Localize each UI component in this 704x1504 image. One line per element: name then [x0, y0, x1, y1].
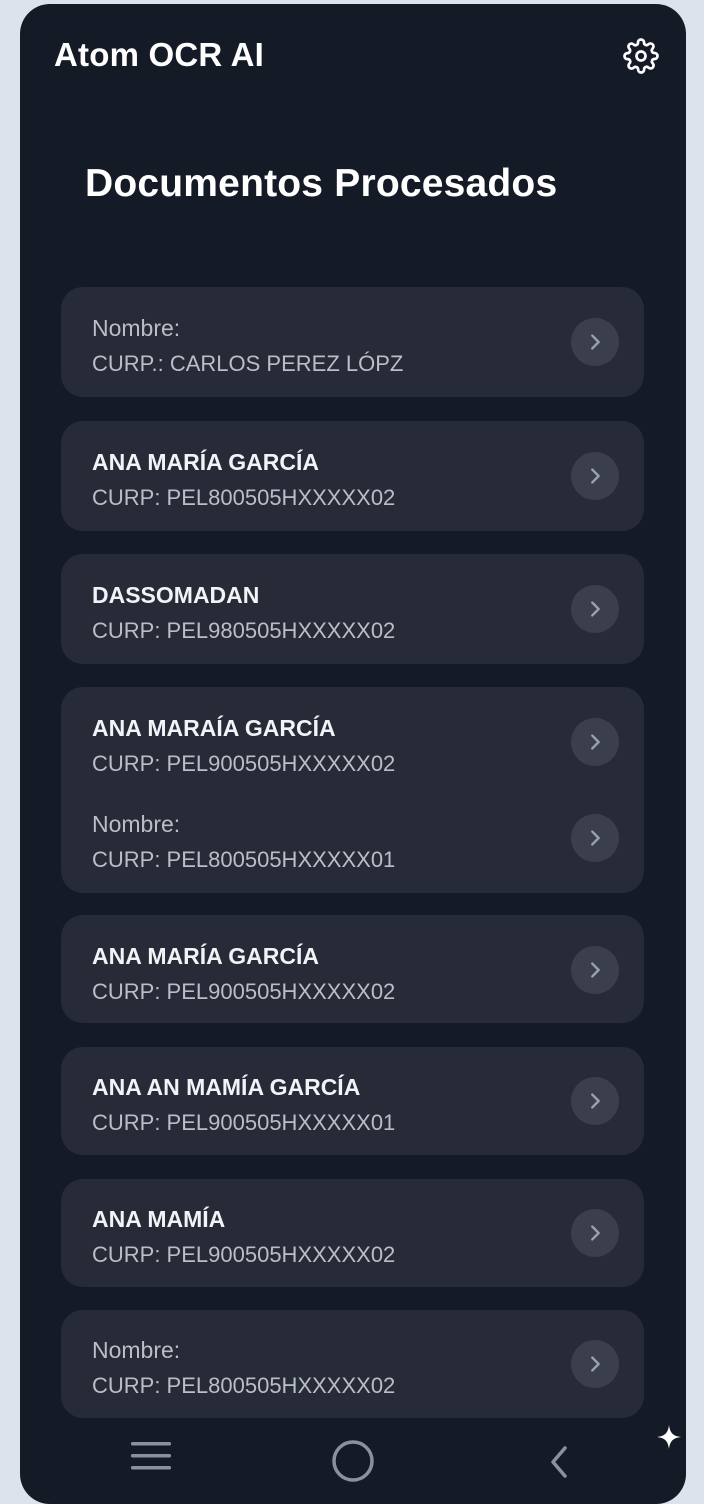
open-document-button[interactable] — [571, 718, 619, 766]
nav-menu-button[interactable] — [126, 1440, 176, 1480]
app-title: Atom OCR AI — [54, 36, 264, 73]
document-curp: CURP: PEL900505HXXXXX01 — [92, 1110, 396, 1135]
document-name: Nombre: — [92, 811, 181, 837]
chevron-right-icon — [591, 1356, 600, 1372]
document-name: Nombre: — [92, 315, 181, 341]
document-curp: CURP.: CARLOS PEREZ LÓPZ — [92, 351, 404, 376]
document-card: ANA MARÍA GARCÍA CURP: PEL900505HXXXXX02 — [61, 915, 644, 1023]
chevron-right-icon — [591, 334, 600, 350]
settings-button[interactable] — [621, 36, 661, 76]
document-card: ANA MAMÍA CURP: PEL900505HXXXXX02 — [61, 1179, 644, 1287]
document-item[interactable]: ANA MAMÍA CURP: PEL900505HXXXXX02 — [61, 1188, 644, 1278]
document-item[interactable]: ANA AN MAMÍA GARCÍA CURP: PEL900505HXXXX… — [61, 1056, 644, 1146]
page-title: Documentos Procesados — [85, 162, 558, 205]
document-name: ANA MARAÍA GARCÍA — [92, 715, 336, 741]
document-card: Nombre: CURP.: CARLOS PEREZ LÓPZ — [61, 287, 644, 397]
chevron-right-icon — [591, 1225, 600, 1241]
document-curp: CURP: PEL900505HXXXXX02 — [92, 979, 396, 1004]
document-name: ANA MARÍA GARCÍA — [92, 449, 320, 475]
document-card: DASSOMADAN CURP: PEL980505HXXXXX02 — [61, 554, 644, 664]
document-card: ANA AN MAMÍA GARCÍA CURP: PEL900505HXXXX… — [61, 1047, 644, 1155]
open-document-button[interactable] — [571, 946, 619, 994]
document-item[interactable]: Nombre: CURP.: CARLOS PEREZ LÓPZ — [61, 297, 644, 387]
open-document-button[interactable] — [571, 452, 619, 500]
chevron-right-icon — [591, 830, 600, 846]
nav-back-button[interactable] — [544, 1444, 574, 1484]
gear-icon — [623, 38, 659, 74]
home-circle-icon — [332, 1440, 374, 1482]
chevron-right-icon — [591, 601, 600, 617]
app-screen: Atom OCR AI Documentos Procesados Nombre… — [20, 4, 686, 1504]
sparkle-icon — [657, 1425, 681, 1449]
document-item[interactable]: DASSOMADAN CURP: PEL980505HXXXXX02 — [61, 564, 644, 654]
document-name: Nombre: — [92, 1337, 181, 1363]
document-curp: CURP: PEL900505HXXXXX02 — [92, 751, 396, 776]
document-item[interactable]: ANA MARÍA GARCÍA CURP: PEL800505HXXXXX02 — [61, 431, 644, 521]
open-document-button[interactable] — [571, 318, 619, 366]
document-item[interactable]: ANA MARAÍA GARCÍA CURP: PEL900505HXXXXX0… — [61, 697, 644, 787]
document-card: Nombre: CURP: PEL800505HXXXXX02 — [61, 1310, 644, 1418]
document-name: ANA AN MAMÍA GARCÍA — [92, 1074, 361, 1100]
open-document-button[interactable] — [571, 1077, 619, 1125]
open-document-button[interactable] — [571, 1209, 619, 1257]
nav-home-button[interactable] — [330, 1438, 376, 1482]
document-curp: CURP: PEL800505HXXXXX01 — [92, 847, 396, 872]
document-name: DASSOMADAN — [92, 582, 260, 608]
chevron-right-icon — [591, 734, 600, 750]
open-document-button[interactable] — [571, 585, 619, 633]
document-curp: CURP: PEL800505HXXXXX02 — [92, 1373, 396, 1398]
chevron-right-icon — [591, 962, 600, 978]
document-curp: CURP: PEL980505HXXXXX02 — [92, 618, 396, 643]
open-document-button[interactable] — [571, 1340, 619, 1388]
document-item[interactable]: Nombre: CURP: PEL800505HXXXXX01 — [61, 793, 644, 883]
document-item[interactable]: Nombre: CURP: PEL800505HXXXXX02 — [61, 1319, 644, 1409]
back-chevron-icon — [551, 1446, 567, 1478]
chevron-right-icon — [591, 1093, 600, 1109]
document-card: ANA MARAÍA GARCÍA CURP: PEL900505HXXXXX0… — [61, 687, 644, 893]
document-curp: CURP: PEL900505HXXXXX02 — [92, 1242, 396, 1267]
document-name: ANA MAMÍA — [92, 1206, 226, 1232]
open-document-button[interactable] — [571, 814, 619, 862]
chevron-right-icon — [591, 468, 600, 484]
document-card: ANA MARÍA GARCÍA CURP: PEL800505HXXXXX02 — [61, 421, 644, 531]
menu-icon — [131, 1442, 171, 1470]
document-name: ANA MARÍA GARCÍA — [92, 943, 320, 969]
document-curp: CURP: PEL800505HXXXXX02 — [92, 485, 396, 510]
document-item[interactable]: ANA MARÍA GARCÍA CURP: PEL900505HXXXXX02 — [61, 925, 644, 1015]
